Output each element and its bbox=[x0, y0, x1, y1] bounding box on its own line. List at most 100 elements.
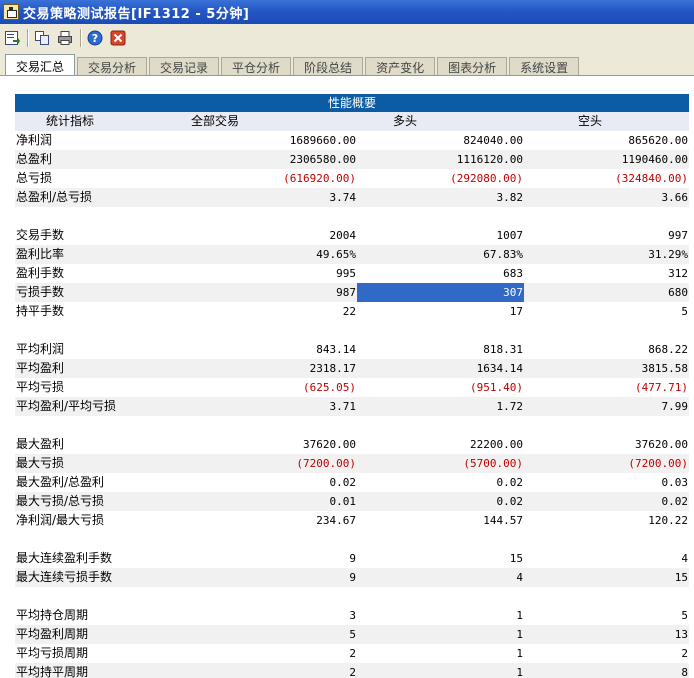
value-long[interactable]: 1634.14 bbox=[357, 359, 524, 378]
value-all[interactable]: 3.71 bbox=[190, 397, 357, 416]
title-bar[interactable]: 交易策略测试报告[IF1312 - 5分钟] bbox=[0, 0, 694, 24]
tab-4[interactable]: 平仓分析 bbox=[221, 57, 292, 76]
value-all[interactable]: (625.05) bbox=[190, 378, 357, 397]
value-all[interactable]: (7200.00) bbox=[190, 454, 357, 473]
table-row[interactable]: 总亏损 (616920.00) (292080.00) (324840.00) bbox=[15, 169, 689, 188]
tab-5[interactable]: 阶段总结 bbox=[293, 57, 364, 76]
tab-3[interactable]: 交易记录 bbox=[149, 57, 220, 76]
value-short[interactable]: 865620.00 bbox=[524, 131, 689, 150]
table-row[interactable]: 总盈利/总亏损 3.74 3.82 3.66 bbox=[15, 188, 689, 207]
value-long[interactable]: 307 bbox=[357, 283, 524, 302]
value-short[interactable]: 37620.00 bbox=[524, 435, 689, 454]
table-row[interactable]: 盈利手数 995 683 312 bbox=[15, 264, 689, 283]
value-long[interactable]: 0.02 bbox=[357, 473, 524, 492]
value-long[interactable]: 1 bbox=[357, 644, 524, 663]
table-row[interactable]: 平均亏损 (625.05) (951.40) (477.71) bbox=[15, 378, 689, 397]
table-row[interactable]: 持平手数 22 17 5 bbox=[15, 302, 689, 321]
value-long[interactable]: 4 bbox=[357, 568, 524, 587]
value-long[interactable]: 683 bbox=[357, 264, 524, 283]
value-short[interactable]: 0.02 bbox=[524, 492, 689, 511]
value-all[interactable]: 987 bbox=[190, 283, 357, 302]
value-long[interactable]: 3.82 bbox=[357, 188, 524, 207]
value-long[interactable]: (292080.00) bbox=[357, 169, 524, 188]
close-icon[interactable] bbox=[108, 28, 128, 48]
table-row[interactable]: 最大亏损 (7200.00) (5700.00) (7200.00) bbox=[15, 454, 689, 473]
value-long[interactable]: (5700.00) bbox=[357, 454, 524, 473]
value-all[interactable]: 0.02 bbox=[190, 473, 357, 492]
value-long[interactable]: 1.72 bbox=[357, 397, 524, 416]
tab-6[interactable]: 资产变化 bbox=[365, 57, 436, 76]
value-all[interactable]: 2 bbox=[190, 644, 357, 663]
table-row[interactable]: 平均盈利周期 5 1 13 bbox=[15, 625, 689, 644]
value-short[interactable]: 8 bbox=[524, 663, 689, 678]
table-row[interactable]: 平均持仓周期 3 1 5 bbox=[15, 606, 689, 625]
value-short[interactable]: 120.22 bbox=[524, 511, 689, 530]
tab-1[interactable]: 交易汇总 bbox=[5, 54, 76, 77]
table-row[interactable]: 净利润 1689660.00 824040.00 865620.00 bbox=[15, 131, 689, 150]
table-row[interactable]: 最大连续盈利手数 9 15 4 bbox=[15, 549, 689, 568]
value-short[interactable]: (324840.00) bbox=[524, 169, 689, 188]
value-all[interactable]: 0.01 bbox=[190, 492, 357, 511]
value-long[interactable]: (951.40) bbox=[357, 378, 524, 397]
table-row[interactable]: 最大亏损/总亏损 0.01 0.02 0.02 bbox=[15, 492, 689, 511]
table-row[interactable]: 亏损手数 987 307 680 bbox=[15, 283, 689, 302]
table-row[interactable]: 平均持平周期 2 1 8 bbox=[15, 663, 689, 678]
table-row[interactable]: 平均亏损周期 2 1 2 bbox=[15, 644, 689, 663]
value-short[interactable]: 2 bbox=[524, 644, 689, 663]
value-short[interactable]: 5 bbox=[524, 302, 689, 321]
print-icon[interactable] bbox=[55, 28, 75, 48]
value-short[interactable]: 312 bbox=[524, 264, 689, 283]
value-all[interactable]: 3 bbox=[190, 606, 357, 625]
value-long[interactable]: 22200.00 bbox=[357, 435, 524, 454]
value-short[interactable]: 3.66 bbox=[524, 188, 689, 207]
value-long[interactable]: 1 bbox=[357, 663, 524, 678]
tab-7[interactable]: 图表分析 bbox=[437, 57, 508, 76]
value-short[interactable]: 7.99 bbox=[524, 397, 689, 416]
value-all[interactable]: 2318.17 bbox=[190, 359, 357, 378]
value-all[interactable]: 37620.00 bbox=[190, 435, 357, 454]
tab-2[interactable]: 交易分析 bbox=[77, 57, 148, 76]
value-short[interactable]: 680 bbox=[524, 283, 689, 302]
value-all[interactable]: 2306580.00 bbox=[190, 150, 357, 169]
tab-8[interactable]: 系统设置 bbox=[509, 57, 580, 76]
value-short[interactable]: (477.71) bbox=[524, 378, 689, 397]
value-all[interactable]: 234.67 bbox=[190, 511, 357, 530]
value-all[interactable]: 22 bbox=[190, 302, 357, 321]
value-all[interactable]: 5 bbox=[190, 625, 357, 644]
value-long[interactable]: 824040.00 bbox=[357, 131, 524, 150]
value-short[interactable]: 0.03 bbox=[524, 473, 689, 492]
value-short[interactable]: 15 bbox=[524, 568, 689, 587]
value-long[interactable]: 144.57 bbox=[357, 511, 524, 530]
table-row[interactable]: 盈利比率 49.65% 67.83% 31.29% bbox=[15, 245, 689, 264]
value-all[interactable]: 9 bbox=[190, 549, 357, 568]
value-short[interactable]: 13 bbox=[524, 625, 689, 644]
value-long[interactable]: 1116120.00 bbox=[357, 150, 524, 169]
value-long[interactable]: 1 bbox=[357, 625, 524, 644]
value-all[interactable]: 2004 bbox=[190, 226, 357, 245]
value-all[interactable]: 1689660.00 bbox=[190, 131, 357, 150]
value-short[interactable]: 4 bbox=[524, 549, 689, 568]
value-long[interactable]: 17 bbox=[357, 302, 524, 321]
value-all[interactable]: 3.74 bbox=[190, 188, 357, 207]
value-all[interactable]: (616920.00) bbox=[190, 169, 357, 188]
value-short[interactable]: 5 bbox=[524, 606, 689, 625]
value-short[interactable]: 868.22 bbox=[524, 340, 689, 359]
value-short[interactable]: (7200.00) bbox=[524, 454, 689, 473]
value-all[interactable]: 49.65% bbox=[190, 245, 357, 264]
value-long[interactable]: 67.83% bbox=[357, 245, 524, 264]
value-short[interactable]: 31.29% bbox=[524, 245, 689, 264]
table-row[interactable]: 净利润/最大亏损 234.67 144.57 120.22 bbox=[15, 511, 689, 530]
value-all[interactable]: 9 bbox=[190, 568, 357, 587]
value-short[interactable]: 3815.58 bbox=[524, 359, 689, 378]
value-short[interactable]: 1190460.00 bbox=[524, 150, 689, 169]
table-row[interactable]: 平均盈利 2318.17 1634.14 3815.58 bbox=[15, 359, 689, 378]
table-row[interactable]: 最大盈利/总盈利 0.02 0.02 0.03 bbox=[15, 473, 689, 492]
table-row[interactable]: 总盈利 2306580.00 1116120.00 1190460.00 bbox=[15, 150, 689, 169]
table-row[interactable]: 交易手数 2004 1007 997 bbox=[15, 226, 689, 245]
value-long[interactable]: 818.31 bbox=[357, 340, 524, 359]
value-all[interactable]: 843.14 bbox=[190, 340, 357, 359]
value-long[interactable]: 1007 bbox=[357, 226, 524, 245]
copy-icon[interactable] bbox=[32, 28, 52, 48]
value-all[interactable]: 2 bbox=[190, 663, 357, 678]
table-row[interactable]: 平均利润 843.14 818.31 868.22 bbox=[15, 340, 689, 359]
